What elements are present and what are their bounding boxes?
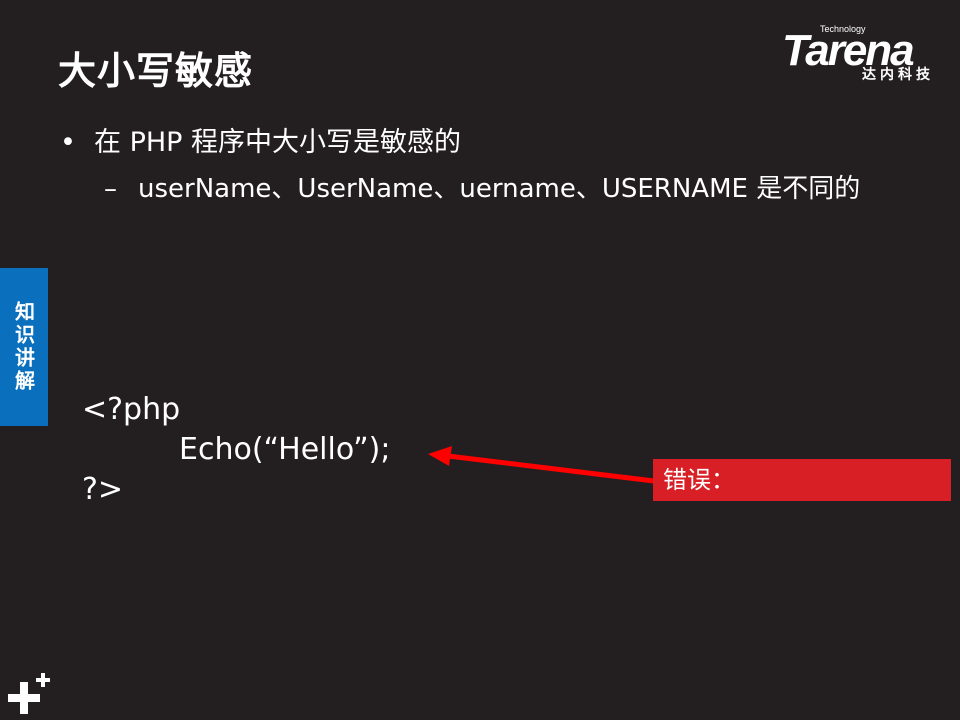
arrow-icon	[428, 446, 655, 484]
side-tab: 知识讲解	[0, 268, 48, 426]
plus-logo-icon	[8, 673, 50, 714]
tarena-logo: Tarena Technology 达内科技	[780, 24, 948, 84]
bullet-dot-icon: •	[60, 127, 76, 158]
slide-title: 大小写敏感	[58, 49, 254, 93]
code-line-echo: Echo(“Hello”);	[179, 432, 391, 467]
logo-tech: Technology	[820, 24, 866, 34]
bullet-item: • 在 PHP 程序中大小写是敏感的	[60, 120, 461, 159]
sub-bullet-text: userName、UserName、uername、USERNAME 是不同的	[138, 174, 861, 204]
bullet-text: 在 PHP 程序中大小写是敏感的	[94, 127, 462, 158]
code-line-open: <?php	[82, 392, 181, 427]
side-tab-label: 知识讲解	[11, 301, 36, 393]
code-block: <?php Echo(“Hello”); ?>	[82, 390, 390, 510]
code-line-close: ?>	[82, 472, 124, 507]
dash-icon: –	[104, 174, 117, 204]
error-callout: 错误：	[653, 459, 951, 501]
sub-bullet-item: – userName、UserName、uername、USERNAME 是不同…	[104, 170, 884, 208]
logo-cn: 达内科技	[862, 67, 934, 83]
